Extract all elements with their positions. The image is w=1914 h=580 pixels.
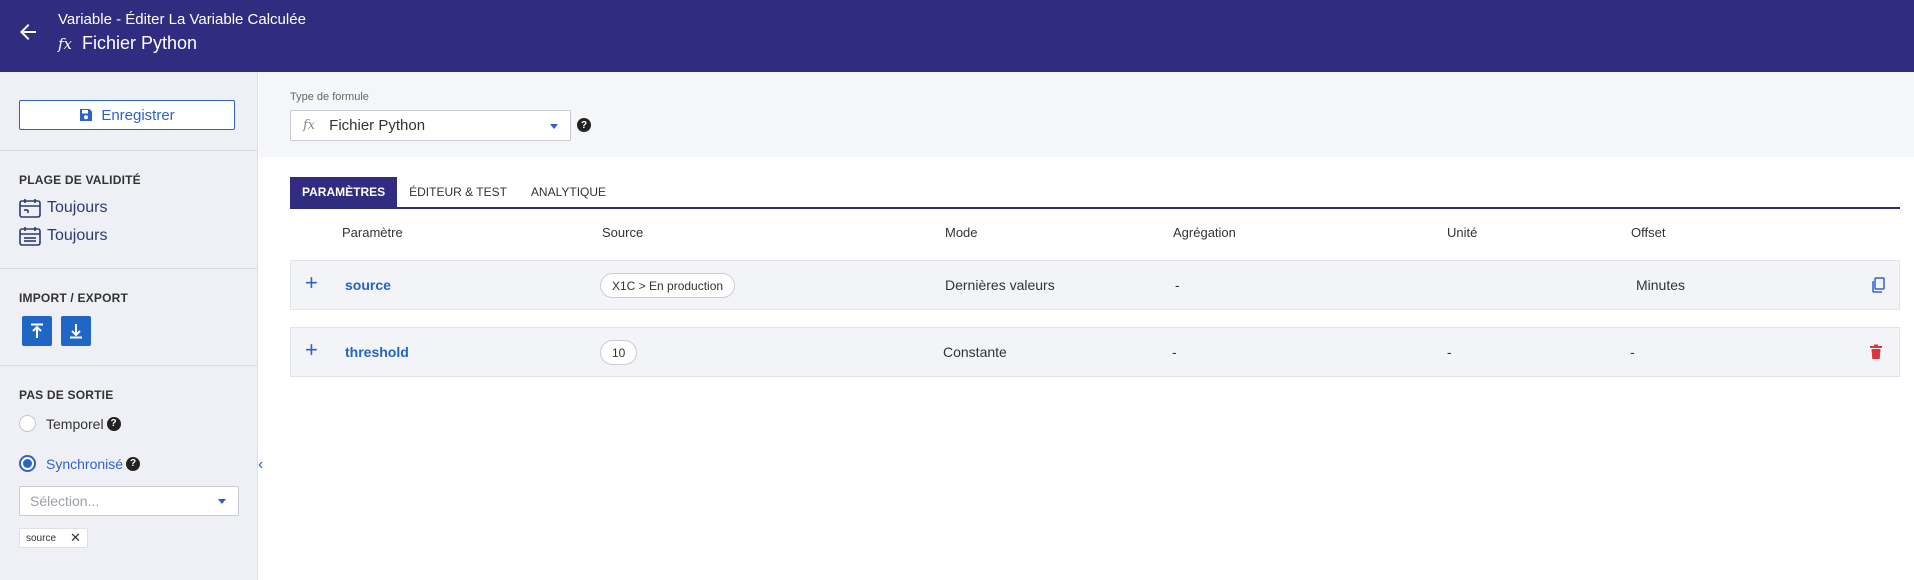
sidebar: Enregistrer PLAGE DE VALIDITÉ Toujours T… xyxy=(0,72,258,580)
parameter-name[interactable]: threshold xyxy=(345,344,409,360)
mode-cell: Constante xyxy=(943,344,1007,360)
column-header-aggregation: Agrégation xyxy=(1173,225,1236,240)
column-header-unit: Unité xyxy=(1447,225,1478,240)
tab-analytics[interactable]: ANALYTIQUE xyxy=(519,177,618,207)
radio-synchronized[interactable]: Synchronisé ? xyxy=(19,455,141,472)
back-arrow-icon[interactable] xyxy=(16,20,40,44)
table-row[interactable]: + source X1C > En production Dernières v… xyxy=(290,260,1900,310)
offset-cell: - xyxy=(1630,344,1635,360)
formula-type-value: Fichier Python xyxy=(329,117,426,134)
page-subtitle: Variable - Éditer La Variable Calculée xyxy=(58,11,306,28)
formula-type-select[interactable]: fx Fichier Python xyxy=(290,110,571,141)
column-header-mode: Mode xyxy=(945,225,978,240)
page-title: fx Fichier Python xyxy=(58,33,197,54)
divider xyxy=(0,365,258,366)
chip-label: source xyxy=(26,532,57,544)
trash-icon[interactable] xyxy=(1869,344,1883,365)
help-icon[interactable]: ? xyxy=(106,416,121,431)
radio-temporal-label: Temporel xyxy=(46,415,104,432)
source-pill[interactable]: X1C > En production xyxy=(600,273,736,298)
expand-icon[interactable]: + xyxy=(305,339,318,361)
chevron-down-icon xyxy=(218,499,226,504)
divider xyxy=(0,150,258,151)
save-icon xyxy=(80,109,93,121)
app-header: Variable - Éditer La Variable Calculée f… xyxy=(0,0,1914,72)
table-row[interactable]: + threshold 10 Constante - - - xyxy=(290,327,1900,377)
save-button[interactable]: Enregistrer xyxy=(19,100,235,130)
column-header-parameter: Paramètre xyxy=(342,225,403,240)
export-button[interactable] xyxy=(61,316,91,346)
validity-start[interactable]: Toujours xyxy=(19,198,107,218)
radio-synchronized-circle[interactable] xyxy=(19,455,36,472)
selected-chip: source ✕ xyxy=(19,528,88,548)
collapse-sidebar-icon[interactable]: ‹ xyxy=(258,456,263,474)
help-icon[interactable]: ? xyxy=(126,456,141,471)
copy-icon[interactable] xyxy=(1871,277,1885,298)
save-button-label: Enregistrer xyxy=(101,106,175,124)
offset-cell: Minutes xyxy=(1636,277,1686,293)
page-title-text: Fichier Python xyxy=(82,33,198,53)
output-step-section-title: PAS DE SORTIE xyxy=(19,388,114,402)
validity-section-title: PLAGE DE VALIDITÉ xyxy=(19,173,141,187)
download-icon xyxy=(70,324,82,339)
calendar-end-icon xyxy=(19,227,41,246)
tab-bar: PARAMÈTRES ÉDITEUR & TEST ANALYTIQUE xyxy=(290,177,1900,209)
aggregation-cell: - xyxy=(1172,344,1177,360)
import-button[interactable] xyxy=(22,316,52,346)
validity-start-label: Toujours xyxy=(47,199,108,216)
function-icon: fx xyxy=(303,118,316,133)
import-export-section-title: IMPORT / EXPORT xyxy=(19,291,129,305)
expand-icon[interactable]: + xyxy=(305,272,318,294)
radio-temporal-circle[interactable] xyxy=(19,415,36,432)
sync-source-select[interactable]: Sélection... xyxy=(19,486,239,516)
upload-icon xyxy=(31,323,43,338)
radio-synchronized-label: Synchronisé xyxy=(46,455,124,472)
help-icon[interactable]: ? xyxy=(577,118,591,132)
column-header-offset: Offset xyxy=(1631,225,1666,240)
validity-end[interactable]: Toujours xyxy=(19,226,107,246)
formula-type-label: Type de formule xyxy=(290,91,369,103)
calendar-start-icon xyxy=(19,199,41,218)
tab-parameters[interactable]: PARAMÈTRES xyxy=(290,177,398,207)
unit-cell: - xyxy=(1447,344,1452,360)
divider xyxy=(0,268,258,269)
radio-temporal[interactable]: Temporel ? xyxy=(19,415,121,432)
close-icon[interactable]: ✕ xyxy=(70,530,81,546)
sync-source-placeholder: Sélection... xyxy=(30,493,100,509)
tab-editor-test[interactable]: ÉDITEUR & TEST xyxy=(397,177,519,207)
function-icon: fx xyxy=(58,34,73,53)
aggregation-cell: - xyxy=(1175,277,1180,293)
parameter-name[interactable]: source xyxy=(345,277,391,293)
chevron-down-icon xyxy=(550,124,558,129)
column-header-source: Source xyxy=(602,225,644,240)
validity-end-label: Toujours xyxy=(47,227,108,244)
mode-cell: Dernières valeurs xyxy=(945,277,1055,293)
source-pill[interactable]: 10 xyxy=(600,340,638,365)
